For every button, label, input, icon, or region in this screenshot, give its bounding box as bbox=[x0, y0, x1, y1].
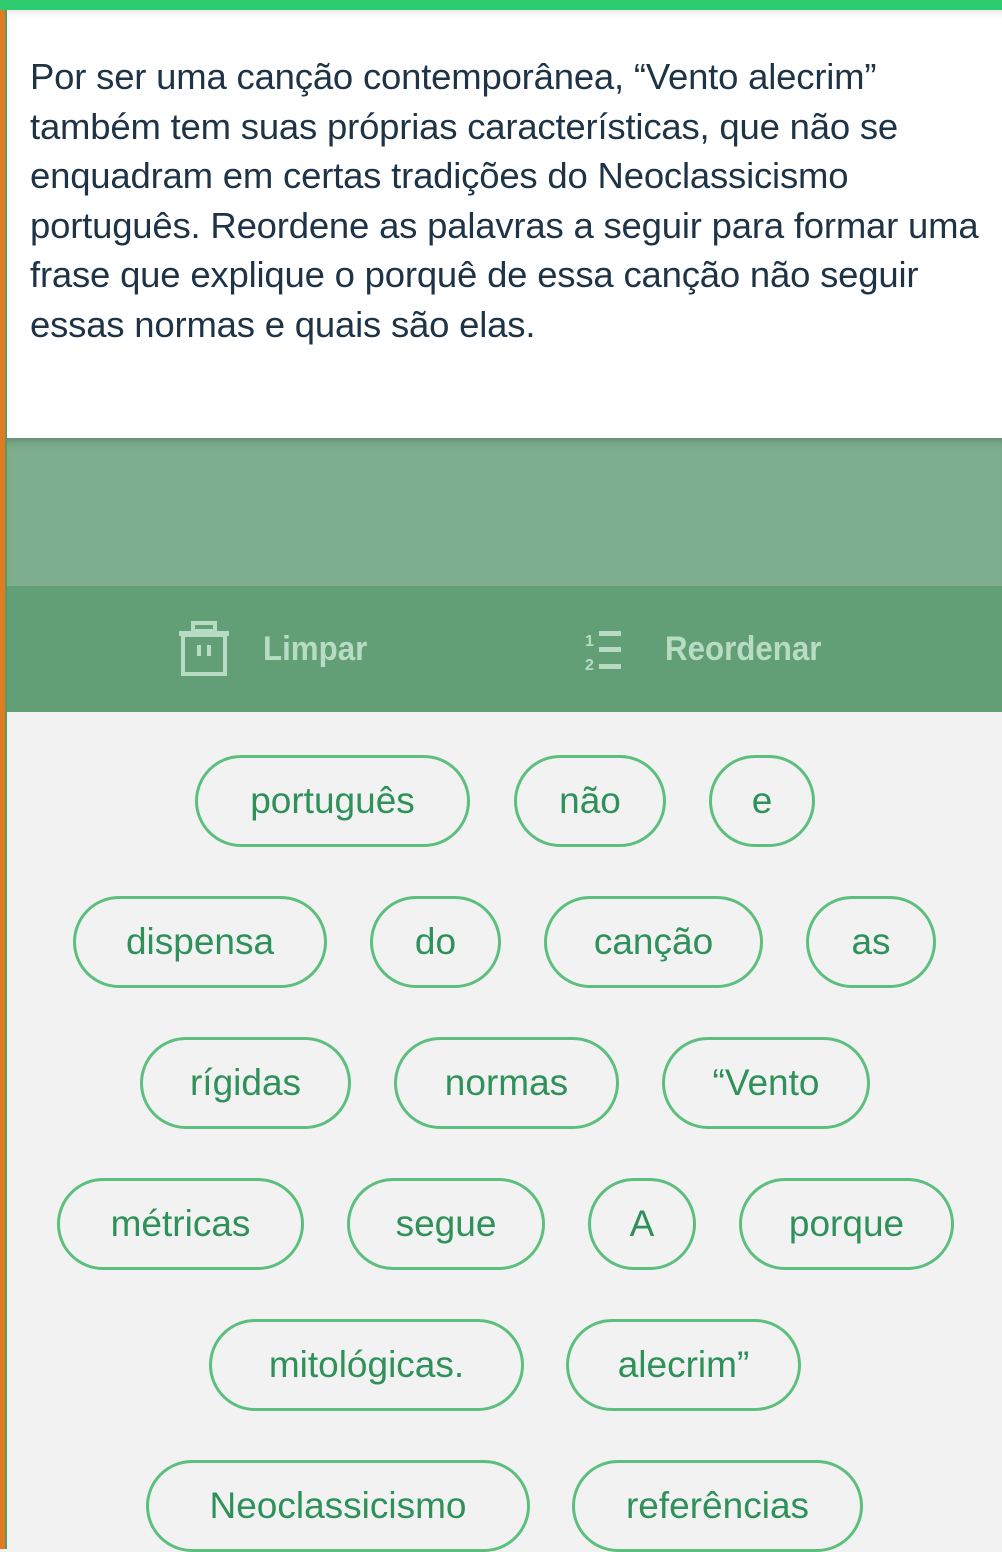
word-chip[interactable]: dispensa bbox=[73, 896, 327, 988]
word-chip[interactable]: A bbox=[588, 1178, 696, 1270]
word-chip[interactable]: do bbox=[370, 896, 501, 988]
svg-text:1: 1 bbox=[585, 633, 594, 650]
word-chip[interactable]: referências bbox=[572, 1460, 863, 1552]
word-chip[interactable]: português bbox=[195, 755, 470, 847]
question-text: Por ser uma canção contemporânea, “Vento… bbox=[30, 56, 979, 345]
word-chip[interactable]: “Vento bbox=[662, 1037, 870, 1129]
trash-icon bbox=[177, 621, 231, 677]
svg-text:2: 2 bbox=[585, 657, 594, 674]
word-chip[interactable]: segue bbox=[347, 1178, 545, 1270]
clear-button[interactable]: Limpar bbox=[177, 586, 376, 712]
clear-label: Limpar bbox=[263, 629, 368, 668]
answer-drop-area[interactable] bbox=[7, 438, 1002, 586]
numbered-list-icon: 1 2 bbox=[585, 624, 635, 674]
top-accent-bar bbox=[0, 0, 1002, 10]
word-chip[interactable]: mitológicas. bbox=[209, 1319, 524, 1411]
reorder-button[interactable]: 1 2 Reordenar bbox=[585, 586, 835, 712]
word-chip[interactable]: porque bbox=[739, 1178, 954, 1270]
word-chip[interactable]: e bbox=[709, 755, 815, 847]
reorder-label: Reordenar bbox=[665, 629, 822, 668]
word-chip[interactable]: normas bbox=[394, 1037, 619, 1129]
answer-toolbar: Limpar 1 2 Reordenar bbox=[7, 586, 1002, 712]
word-chip[interactable]: Neoclassicismo bbox=[146, 1460, 530, 1552]
word-chip[interactable]: rígidas bbox=[140, 1037, 351, 1129]
word-chip[interactable]: métricas bbox=[57, 1178, 304, 1270]
question-card: Por ser uma canção contemporânea, “Vento… bbox=[7, 10, 1002, 438]
word-chip[interactable]: canção bbox=[544, 896, 763, 988]
word-chip[interactable]: as bbox=[806, 896, 936, 988]
word-chip[interactable]: alecrim” bbox=[566, 1319, 801, 1411]
word-bank: português não e dispensa do canção as rí… bbox=[0, 712, 1002, 1552]
word-chip[interactable]: não bbox=[514, 755, 666, 847]
